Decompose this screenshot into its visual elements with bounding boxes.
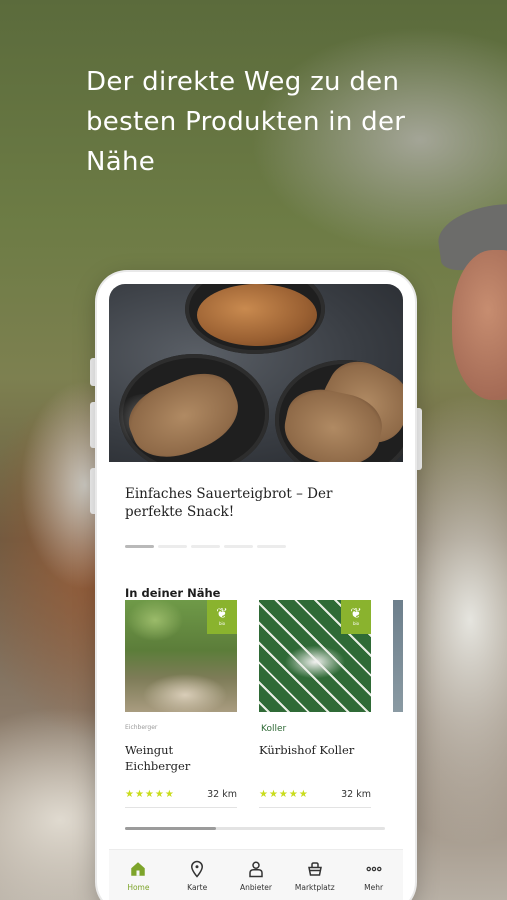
rooster-icon: ❦ — [350, 606, 362, 622]
nearby-carousel[interactable]: ❦ bio Eichberger Weingut Eichberger ★★★★… — [125, 600, 403, 820]
producer-photo — [393, 600, 403, 712]
producer-card[interactable]: ❦ bio Koller Kürbishof Koller ★★★★★ 32 k… — [259, 600, 371, 808]
producer-name: Weingut Eichberger — [125, 743, 191, 773]
badge-label: bio — [218, 621, 226, 626]
distance: 32 km — [341, 789, 371, 800]
distance: 32 km — [207, 789, 237, 800]
tab-label: Home — [127, 883, 150, 892]
phone-frame: Einfaches Sauerteigbrot – Der perfekte S… — [97, 272, 415, 900]
tab-mehr[interactable]: Mehr — [344, 850, 403, 900]
tab-label: Mehr — [364, 883, 384, 892]
bio-badge: ❦ bio — [207, 600, 237, 634]
carousel-dot[interactable] — [191, 545, 220, 548]
producer-photo: ❦ bio — [259, 600, 371, 712]
producer-photo: ❦ bio — [125, 600, 237, 712]
article-title[interactable]: Einfaches Sauerteigbrot – Der perfekte S… — [125, 485, 385, 521]
carousel-scrollbar-thumb[interactable] — [125, 827, 216, 830]
more-icon — [366, 866, 382, 872]
basket-icon — [307, 862, 322, 876]
tab-home[interactable]: Home — [109, 850, 168, 900]
tab-label: Anbieter — [240, 883, 272, 892]
carousel-dot[interactable] — [257, 545, 286, 548]
carousel-dot[interactable] — [224, 545, 253, 548]
producer-logo: Koller — [261, 724, 287, 734]
article-hero-image[interactable] — [109, 284, 403, 462]
user-icon — [249, 861, 263, 878]
carousel-dot[interactable] — [158, 545, 187, 548]
producer-logo: Eichberger — [125, 724, 158, 731]
rooster-icon: ❦ — [216, 606, 228, 622]
star-rating: ★★★★★ — [125, 789, 175, 800]
tab-label: Marktplatz — [294, 883, 335, 892]
map-pin-icon — [191, 860, 204, 878]
headline: Der direkte Weg zu den besten Produkten … — [86, 67, 406, 177]
producer-card-partial[interactable]: F M ★ — [393, 600, 403, 712]
bio-badge: ❦ bio — [341, 600, 371, 634]
tab-label: Karte — [187, 883, 208, 892]
tab-anbieter[interactable]: Anbieter — [227, 850, 286, 900]
badge-label: bio — [352, 621, 360, 626]
tab-marktplatz[interactable]: Marktplatz — [285, 850, 344, 900]
bottom-tab-bar: Home Karte Anbieter Marktplatz Mehr — [109, 849, 403, 900]
app-screen: Einfaches Sauerteigbrot – Der perfekte S… — [109, 284, 403, 900]
tab-karte[interactable]: Karte — [168, 850, 227, 900]
section-title: In deiner Nähe — [125, 586, 221, 600]
carousel-scrollbar[interactable] — [125, 827, 385, 830]
producer-card[interactable]: ❦ bio Eichberger Weingut Eichberger ★★★★… — [125, 600, 237, 808]
carousel-dot-active[interactable] — [125, 545, 154, 548]
home-icon — [131, 862, 146, 876]
star-rating: ★★★★★ — [259, 789, 309, 800]
producer-name: Kürbishof Koller — [259, 743, 355, 757]
phone-side-button — [414, 408, 422, 470]
carousel-indicator — [125, 545, 286, 548]
